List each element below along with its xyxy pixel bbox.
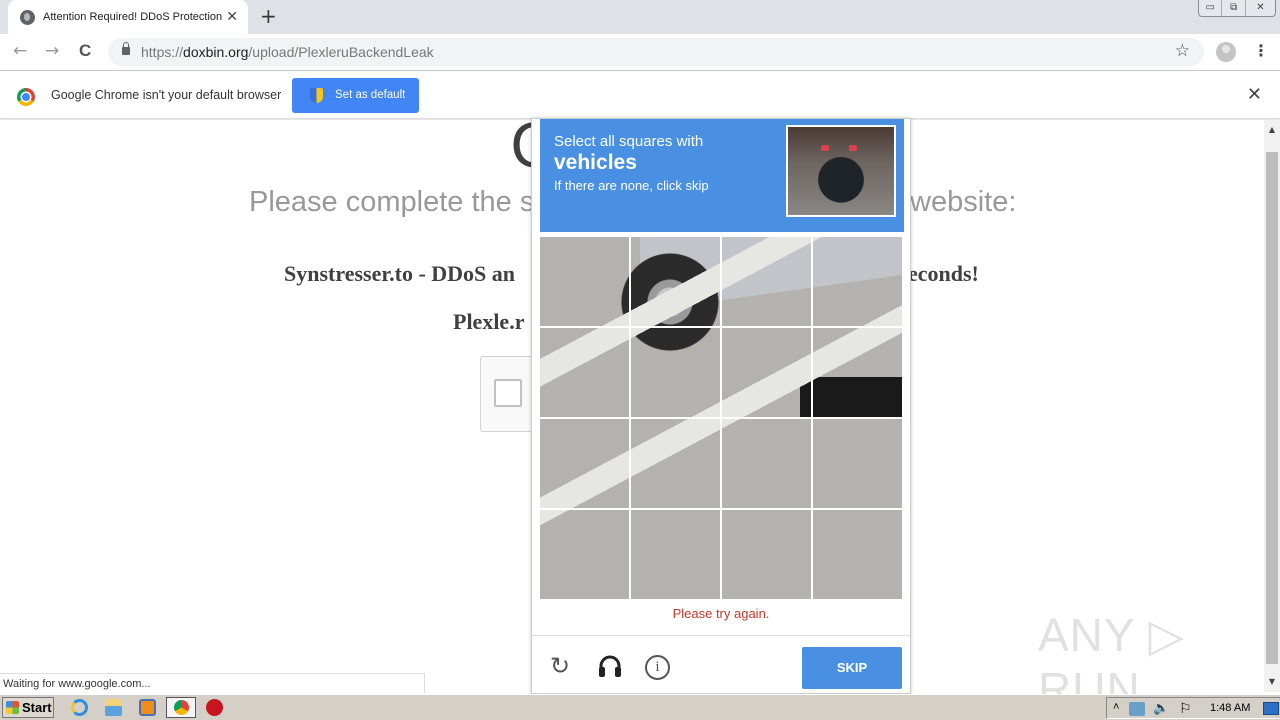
clock[interactable]: 1:48 AM: [1210, 702, 1250, 714]
restore-button[interactable]: ⧉: [1222, 0, 1246, 16]
lock-icon: [122, 42, 130, 55]
tab-strip: Attention Required! DDoS Protection ✕ + …: [0, 0, 1280, 34]
challenge-image-grid: [540, 237, 902, 599]
scrollbar-thumb[interactable]: [1266, 152, 1278, 664]
new-tab-button[interactable]: +: [260, 6, 277, 26]
captcha-tile[interactable]: [540, 510, 629, 599]
minimize-button[interactable]: ▭: [1199, 0, 1223, 16]
captcha-tile[interactable]: [631, 328, 720, 417]
browser-tab[interactable]: Attention Required! DDoS Protection ✕: [8, 0, 248, 34]
captcha-tile[interactable]: [813, 328, 902, 417]
tile-image: [813, 328, 902, 417]
tile-image: [631, 419, 720, 508]
captcha-tile[interactable]: [813, 237, 902, 326]
start-button[interactable]: Start: [2, 697, 54, 718]
captcha-tile[interactable]: [631, 510, 720, 599]
show-desktop-icon[interactable]: [1263, 702, 1279, 715]
uac-shield-icon: [310, 88, 323, 103]
tile-image: [722, 510, 811, 599]
captcha-tile[interactable]: [722, 328, 811, 417]
volume-icon[interactable]: 🔈: [1153, 700, 1169, 716]
skip-button[interactable]: SKIP: [802, 647, 902, 689]
forward-button[interactable]: →: [45, 40, 59, 62]
challenge-header: Select all squares with vehicles If ther…: [540, 119, 904, 232]
reload-challenge-icon[interactable]: ↻: [550, 654, 570, 678]
tile-image: [540, 328, 629, 417]
profile-avatar-icon[interactable]: [1216, 42, 1236, 62]
set-as-default-label: Set as default: [335, 89, 406, 101]
tab-title: Attention Required! DDoS Protection: [43, 11, 223, 23]
reload-button[interactable]: C: [79, 40, 91, 62]
chrome-menu-icon[interactable]: ⋮: [1253, 41, 1269, 61]
windows-logo-icon: [6, 701, 19, 714]
file-explorer-icon[interactable]: [105, 699, 122, 716]
opera-icon[interactable]: [206, 699, 223, 716]
chrome-taskbar-button[interactable]: [166, 697, 196, 718]
status-bar: Waiting for www.google.com...: [0, 673, 425, 693]
default-browser-infobar: Google Chrome isn't your default browser…: [0, 72, 1280, 119]
tile-image: [813, 237, 902, 326]
close-window-button[interactable]: ✕: [1246, 0, 1275, 16]
tile-image: [540, 510, 629, 599]
tile-image: [631, 328, 720, 417]
captcha-tile[interactable]: [540, 237, 629, 326]
tile-image: [722, 237, 811, 326]
back-button[interactable]: ←: [13, 40, 27, 62]
tile-image: [813, 419, 902, 508]
headphones-icon[interactable]: [598, 655, 622, 677]
sample-vehicle-image: [786, 125, 896, 217]
captcha-tile[interactable]: [813, 510, 902, 599]
tile-image: [722, 419, 811, 508]
challenge-instruction: Select all squares with: [554, 133, 704, 150]
tile-image: [631, 237, 720, 326]
captcha-tile[interactable]: [722, 237, 811, 326]
internet-explorer-icon[interactable]: [71, 699, 88, 716]
challenge-error: Please try again.: [672, 606, 770, 621]
captcha-tile[interactable]: [722, 510, 811, 599]
set-as-default-button[interactable]: Set as default: [292, 78, 419, 113]
tile-image: [722, 328, 811, 417]
bookmark-star-icon[interactable]: ☆: [1175, 41, 1190, 61]
tile-image: [540, 237, 629, 326]
page-scrollbar[interactable]: ▲ ▼: [1264, 120, 1280, 692]
infobar-message: Google Chrome isn't your default browser: [51, 88, 282, 102]
captcha-tile[interactable]: [722, 419, 811, 508]
address-bar[interactable]: https://doxbin.org/upload/PlexleruBacken…: [108, 38, 1204, 66]
challenge-target: vehicles: [554, 151, 637, 174]
challenge-hint: If there are none, click skip: [554, 178, 709, 193]
chrome-logo-icon: [17, 88, 35, 106]
captcha-tile[interactable]: [813, 419, 902, 508]
captcha-tile[interactable]: [540, 328, 629, 417]
recaptcha-checkbox[interactable]: [494, 379, 522, 407]
tab-close-icon[interactable]: ✕: [226, 9, 238, 25]
network-icon[interactable]: [1129, 702, 1145, 716]
captcha-tile[interactable]: [631, 237, 720, 326]
browser-toolbar: ← → C https://doxbin.org/upload/Plexleru…: [0, 34, 1280, 71]
captcha-tile[interactable]: [540, 419, 629, 508]
scroll-up-arrow-icon[interactable]: ▲: [1264, 122, 1280, 138]
media-player-icon[interactable]: [139, 699, 156, 716]
challenge-footer: ↻ i SKIP: [532, 635, 910, 694]
start-label: Start: [22, 700, 52, 715]
captcha-tile[interactable]: [631, 419, 720, 508]
tile-image: [631, 510, 720, 599]
recaptcha-challenge: Select all squares with vehicles If ther…: [531, 118, 911, 694]
chrome-icon: [174, 700, 189, 715]
globe-icon: [20, 9, 35, 25]
info-icon[interactable]: i: [645, 655, 670, 680]
window-controls: ▭ ⧉ ✕: [1198, 0, 1276, 17]
tile-image: [540, 419, 629, 508]
windows-taskbar: Start ˄ 🔈 ⚐ 1:48 AM: [0, 694, 1280, 720]
action-center-flag-icon[interactable]: ⚐: [1179, 700, 1192, 717]
infobar-close-icon[interactable]: ✕: [1247, 84, 1262, 105]
show-hidden-icons[interactable]: ˄: [1113, 701, 1119, 713]
system-tray: ˄ 🔈 ⚐ 1:48 AM: [1106, 697, 1280, 719]
url-text: https://doxbin.org/upload/PlexleruBacken…: [141, 44, 434, 60]
tile-image: [813, 510, 902, 599]
